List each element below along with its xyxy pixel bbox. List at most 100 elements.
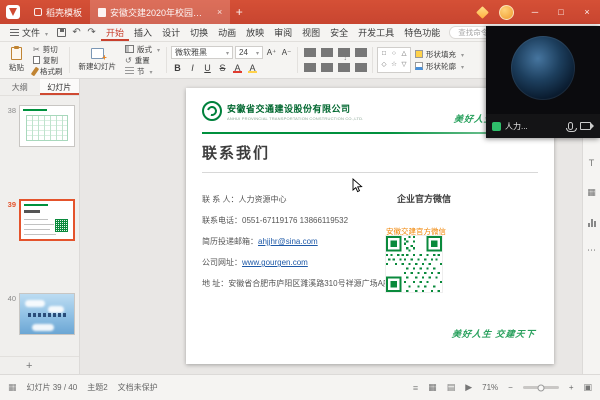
triangle-shape-icon[interactable] — [402, 51, 407, 58]
line-spacing-button[interactable] — [353, 46, 368, 59]
align-left-button[interactable] — [302, 61, 317, 74]
member-diamond-icon[interactable] — [476, 6, 489, 19]
play-slideshow-icon[interactable]: ▶ — [465, 382, 472, 393]
bold-button[interactable]: B — [171, 61, 184, 74]
font-color-button[interactable]: A — [231, 61, 244, 74]
user-avatar[interactable] — [499, 5, 514, 20]
layout-icon — [125, 45, 134, 53]
slide-number: 40 — [2, 293, 16, 335]
chevron-down-icon — [43, 28, 48, 38]
menu-tab-review[interactable]: 审阅 — [269, 24, 297, 41]
shape-fill-swatch-icon — [415, 50, 423, 58]
menu-tab-insert[interactable]: 插入 — [129, 24, 157, 41]
tab-docer-templates[interactable]: 稻壳模板 — [26, 0, 90, 24]
undo-icon[interactable] — [69, 25, 84, 40]
file-menu[interactable]: 文件 — [4, 24, 54, 41]
close-button[interactable]: × — [574, 0, 600, 24]
maximize-button[interactable]: □ — [548, 0, 574, 24]
menu-tab-design[interactable]: 设计 — [157, 24, 185, 41]
website-row: 公司网址： www.gourgen.com — [202, 259, 391, 267]
italic-button[interactable]: I — [186, 61, 199, 74]
camera-icon[interactable] — [580, 122, 591, 130]
tab-outline[interactable]: 大纲 — [0, 79, 40, 95]
microphone-icon[interactable] — [568, 122, 573, 130]
chart-icon[interactable] — [586, 215, 598, 227]
more-tools-icon[interactable] — [586, 244, 598, 256]
notes-icon[interactable] — [413, 383, 418, 393]
paste-button[interactable]: 粘贴 — [4, 44, 29, 76]
slide-thumbnail-39-selected[interactable]: 39 — [0, 199, 79, 241]
add-slide-button[interactable]: + — [26, 360, 32, 372]
layout-button[interactable]: 版式 — [123, 44, 162, 54]
menu-tab-transition[interactable]: 切换 — [185, 24, 213, 41]
line-spacing-icon — [355, 48, 367, 57]
align-right-button[interactable] — [336, 61, 351, 74]
menu-tab-slideshow[interactable]: 放映 — [241, 24, 269, 41]
diamond-shape-icon[interactable] — [382, 62, 387, 69]
grid-icon[interactable] — [8, 382, 17, 393]
down-triangle-shape-icon[interactable] — [402, 62, 407, 69]
underline-button[interactable]: U — [201, 61, 214, 74]
zoom-slider-knob[interactable] — [537, 384, 544, 391]
shape-fill-button[interactable]: 形状填充 — [413, 49, 466, 59]
justify-icon — [355, 63, 367, 72]
website-link[interactable]: www.gourgen.com — [242, 259, 308, 267]
menu-tab-animation[interactable]: 动画 — [213, 24, 241, 41]
fit-to-window-icon[interactable] — [583, 382, 592, 393]
chevron-down-icon — [254, 48, 259, 57]
justify-button[interactable] — [353, 61, 368, 74]
thumbnail-image[interactable] — [19, 105, 75, 147]
email-link[interactable]: ahjjhr@sina.com — [258, 238, 318, 246]
shape-outline-button[interactable]: 形状轮廓 — [413, 61, 466, 71]
zoom-in-button[interactable]: + — [569, 383, 574, 392]
zoom-out-button[interactable]: − — [508, 383, 513, 392]
video-call-overlay[interactable]: 人力... — [486, 26, 600, 138]
textbox-icon[interactable] — [586, 157, 598, 169]
menu-tab-home[interactable]: 开始 — [101, 24, 129, 41]
bullets-button[interactable] — [302, 46, 317, 59]
table-icon[interactable] — [586, 186, 598, 198]
align-center-button[interactable] — [319, 61, 334, 74]
tab-slides[interactable]: 幻灯片 — [40, 79, 80, 95]
copy-button[interactable]: 复制 — [31, 55, 65, 65]
font-name-select[interactable]: 微软雅黑 — [171, 46, 233, 59]
menu-tab-security[interactable]: 安全 — [325, 24, 353, 41]
numbering-button[interactable] — [319, 46, 334, 59]
font-size-select[interactable]: 24 — [235, 46, 263, 59]
new-slide-button[interactable]: 新建幻灯片 — [74, 44, 122, 76]
tab-document[interactable]: 安徽交建2020年校园招聘.ppt × — [90, 0, 230, 24]
thumbnail-image[interactable] — [19, 293, 75, 335]
zoom-slider[interactable] — [523, 386, 559, 389]
slide-thumbnail-38[interactable]: 38 — [0, 105, 79, 147]
increase-font-button[interactable] — [265, 46, 278, 59]
close-tab-icon[interactable]: × — [217, 7, 222, 17]
redo-icon[interactable] — [84, 25, 99, 40]
save-icon[interactable] — [54, 25, 69, 40]
shapes-gallery[interactable] — [377, 47, 411, 73]
format-painter-button[interactable]: 格式刷 — [31, 66, 65, 76]
star-shape-icon[interactable] — [391, 62, 397, 69]
decrease-font-button[interactable] — [280, 46, 293, 59]
new-tab-button[interactable]: + — [230, 5, 248, 19]
circle-shape-icon[interactable] — [392, 51, 396, 58]
slide-thumbnail-40[interactable]: 40 — [0, 293, 79, 335]
menu-tab-view[interactable]: 视图 — [297, 24, 325, 41]
strikethrough-button[interactable]: S — [216, 61, 229, 74]
section-button[interactable]: 节 — [123, 66, 162, 76]
reset-button[interactable]: 重置 — [123, 55, 162, 65]
clipboard-group: 剪切 复制 格式刷 — [31, 44, 65, 76]
menu-tab-features[interactable]: 特色功能 — [399, 24, 445, 41]
highlight-color-button[interactable]: A — [246, 61, 259, 74]
rectangle-shape-icon[interactable] — [382, 51, 386, 58]
cloud-graphic — [25, 300, 45, 307]
sorter-view-icon[interactable]: ▤ — [447, 382, 456, 393]
cut-button[interactable]: 剪切 — [31, 44, 65, 54]
slogan-bottom: 美好人生 交建天下 — [452, 327, 537, 340]
panel-tabs: 大纲 幻灯片 — [0, 79, 79, 96]
thumbnail-image[interactable] — [19, 199, 75, 241]
menu-tab-devtools[interactable]: 开发工具 — [353, 24, 399, 41]
zoom-percentage[interactable]: 71% — [482, 383, 498, 392]
wps-logo-icon[interactable] — [6, 5, 20, 19]
minimize-button[interactable]: ─ — [522, 0, 548, 24]
normal-view-icon[interactable]: ▦ — [428, 382, 437, 393]
